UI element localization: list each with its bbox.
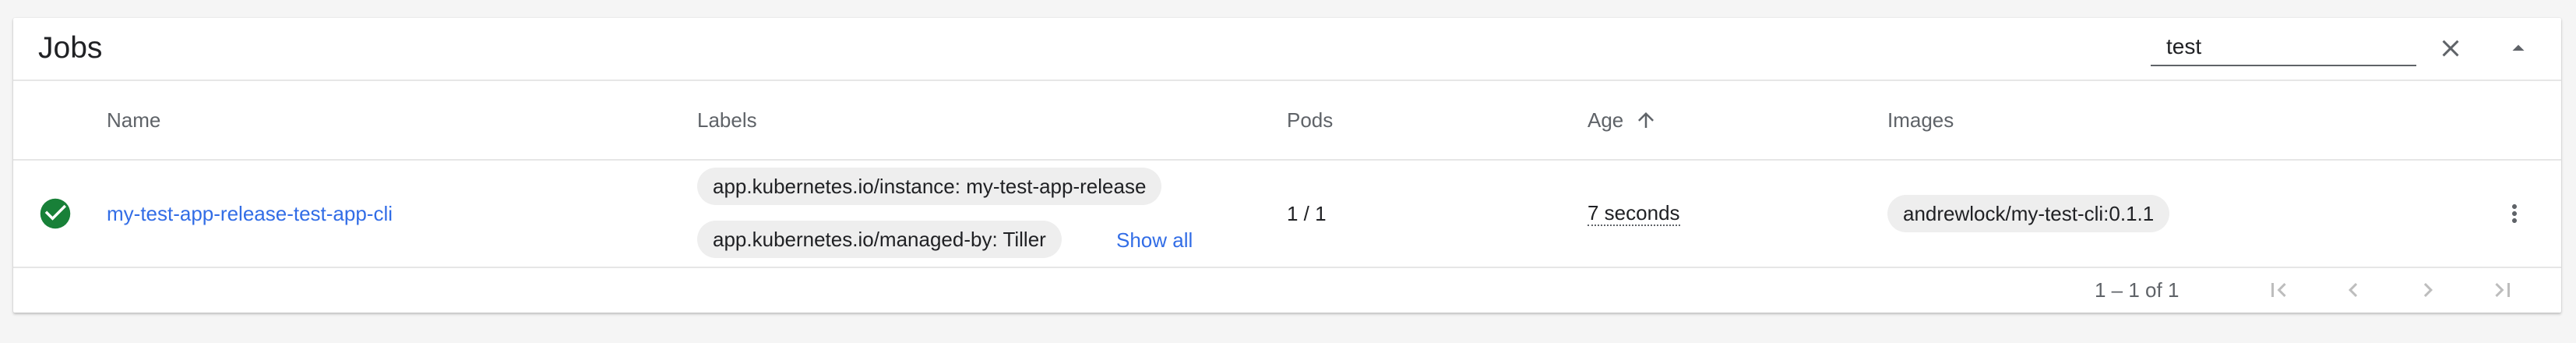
search-input[interactable] bbox=[2166, 34, 2400, 60]
close-icon bbox=[2442, 40, 2459, 57]
pods-count: 1 / 1 bbox=[1287, 202, 1327, 225]
column-header-name[interactable]: Name bbox=[107, 108, 160, 133]
check-circle-icon bbox=[40, 198, 71, 229]
show-all-labels-link[interactable]: Show all bbox=[1116, 228, 1193, 253]
row-actions-button[interactable] bbox=[2493, 192, 2536, 235]
search-field[interactable] bbox=[2151, 29, 2416, 66]
more-vert-icon bbox=[2512, 204, 2517, 223]
table-paginator: 1 – 1 of 1 bbox=[13, 268, 2561, 313]
next-page-button[interactable] bbox=[2406, 268, 2450, 312]
label-chip: app.kubernetes.io/managed-by: Tiller bbox=[697, 221, 1062, 258]
clear-search-button[interactable] bbox=[2429, 27, 2472, 70]
first-page-icon bbox=[2271, 283, 2286, 297]
column-header-pods: Pods bbox=[1287, 108, 1334, 132]
column-header-age[interactable]: Age bbox=[1588, 108, 1658, 133]
column-header-age-label: Age bbox=[1588, 108, 1624, 132]
card-title: Jobs bbox=[38, 31, 103, 65]
paginator-range-label: 1 – 1 of 1 bbox=[2095, 278, 2180, 302]
chevron-left-icon bbox=[2349, 283, 2358, 297]
last-page-button[interactable] bbox=[2481, 268, 2525, 312]
image-chip: andrewlock/my-test-cli:0.1.1 bbox=[1887, 195, 2170, 232]
job-age: 7 seconds bbox=[1588, 201, 1680, 226]
chevron-right-icon bbox=[2423, 283, 2433, 297]
previous-page-button[interactable] bbox=[2331, 268, 2375, 312]
arrow-drop-up-icon bbox=[2512, 44, 2525, 51]
job-name-link[interactable]: my-test-app-release-test-app-cli bbox=[107, 201, 393, 226]
card-header: Jobs bbox=[13, 18, 2561, 81]
collapse-card-button[interactable] bbox=[2497, 27, 2540, 70]
table-row: my-test-app-release-test-app-cli app.kub… bbox=[13, 161, 2561, 268]
first-page-button[interactable] bbox=[2257, 268, 2300, 312]
label-chip: app.kubernetes.io/instance: my-test-app-… bbox=[697, 168, 1162, 205]
column-header-images: Images bbox=[1887, 108, 1954, 132]
jobs-card: Jobs Name Labels Pods Age Images bbox=[13, 18, 2561, 313]
table-header: Name Labels Pods Age Images bbox=[13, 81, 2561, 161]
last-page-icon bbox=[2495, 283, 2510, 297]
column-header-labels: Labels bbox=[697, 108, 757, 132]
arrow-upward-icon bbox=[1638, 112, 1654, 128]
